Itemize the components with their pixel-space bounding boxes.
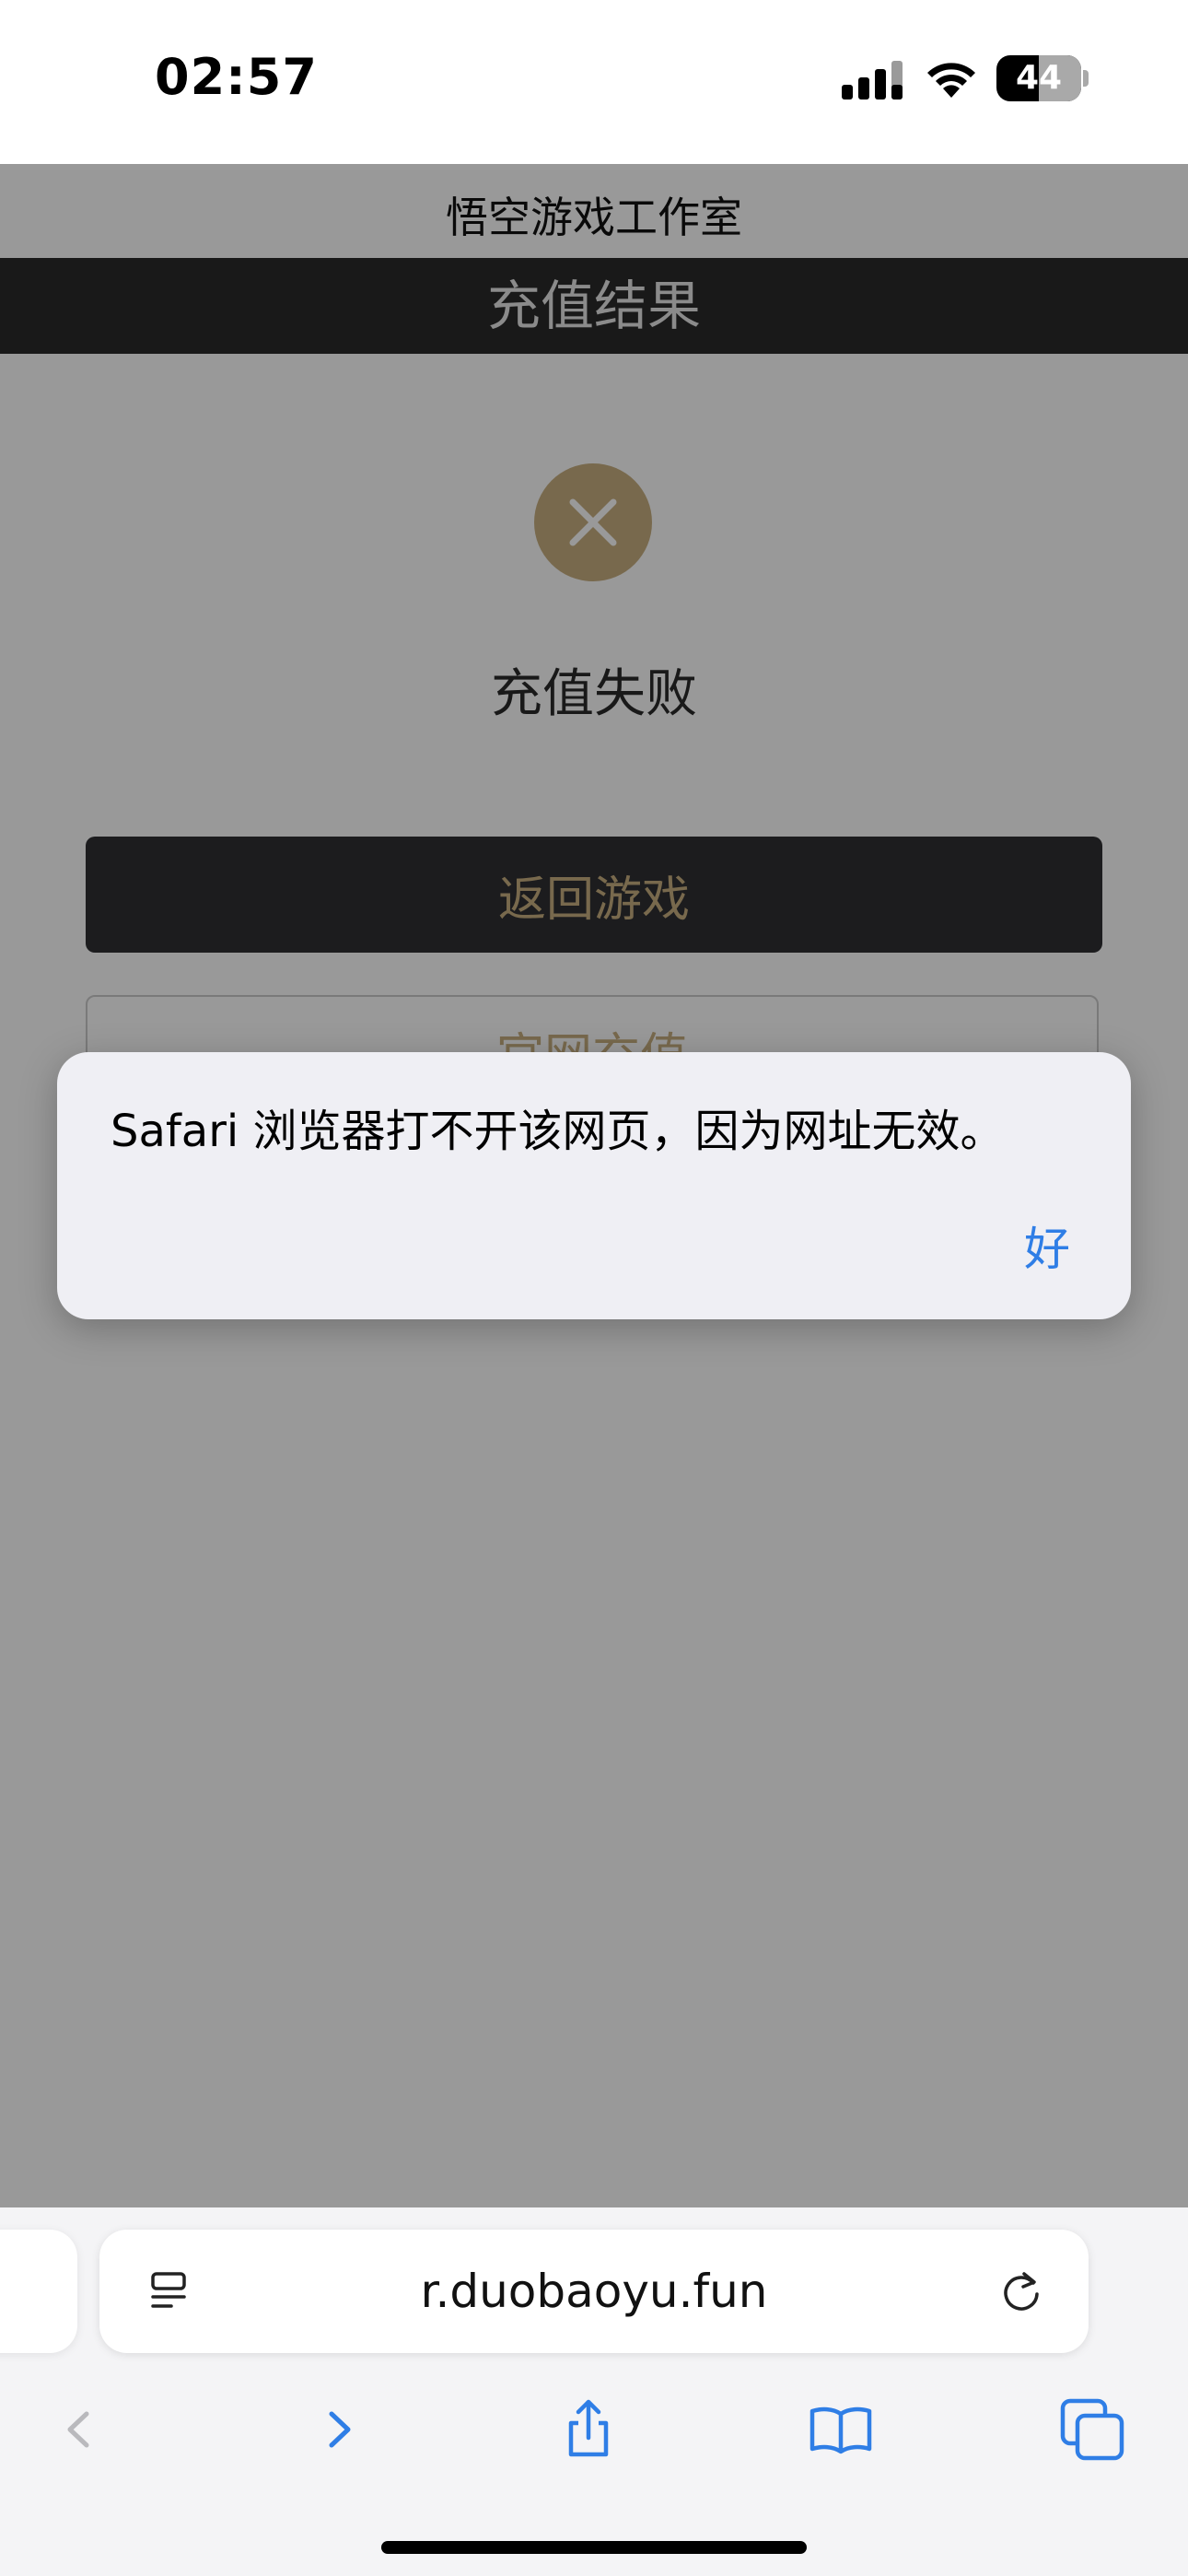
bookmarks-button[interactable] [799, 2388, 882, 2471]
safari-bottom-bar: r.duobaoyu.fun [0, 2207, 1188, 2576]
home-indicator [381, 2541, 807, 2554]
reload-icon[interactable] [998, 2268, 1044, 2314]
previous-tab-preview[interactable] [0, 2230, 77, 2353]
battery-icon: 44 [996, 55, 1081, 101]
status-bar: 02:57 44 [0, 0, 1188, 164]
chevron-right-icon [329, 2411, 351, 2448]
forward-nav-button[interactable] [297, 2388, 379, 2471]
signal-icon [842, 61, 903, 100]
alert-dialog: Safari 浏览器打不开该网页，因为网址无效。 好 [57, 1052, 1131, 1319]
tabs-button[interactable] [1052, 2388, 1135, 2471]
share-button[interactable] [547, 2388, 630, 2471]
alert-message: Safari 浏览器打不开该网页，因为网址无效。 [111, 1106, 1005, 1157]
battery-cap [1083, 70, 1089, 87]
url-text[interactable]: r.duobaoyu.fun [99, 2230, 1089, 2353]
share-icon [568, 2399, 609, 2457]
tabs-icon [1060, 2398, 1124, 2461]
chevron-left-icon [67, 2411, 89, 2448]
wifi-icon [927, 63, 975, 98]
back-nav-button[interactable] [39, 2388, 122, 2471]
battery-percentage: 44 [1015, 59, 1063, 97]
alert-ok-button[interactable]: 好 [1006, 1209, 1089, 1282]
book-icon [809, 2406, 872, 2454]
address-bar[interactable]: r.duobaoyu.fun [99, 2230, 1089, 2353]
status-time: 02:57 [155, 48, 318, 106]
